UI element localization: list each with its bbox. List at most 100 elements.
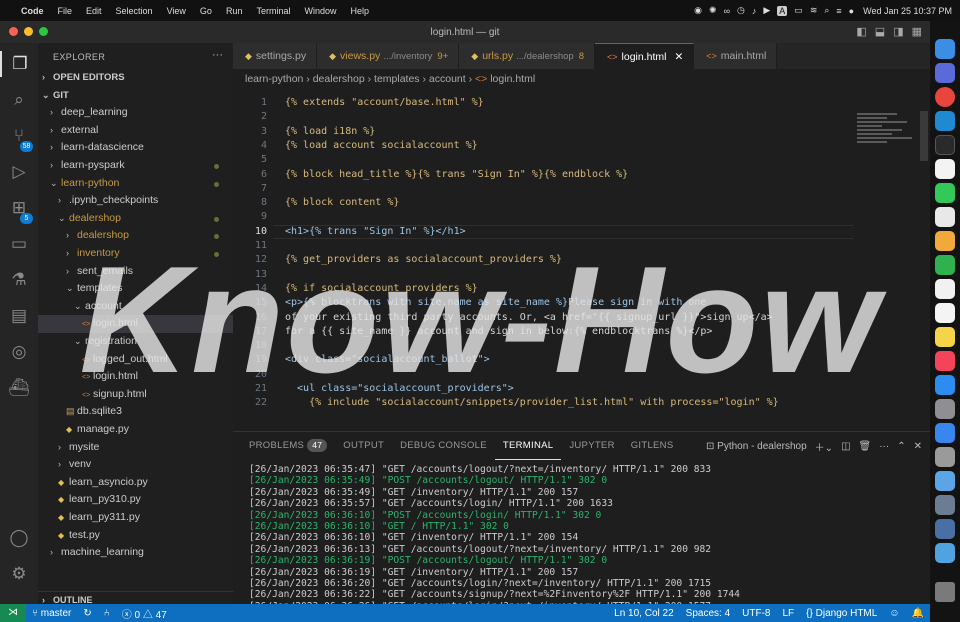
music-app-icon[interactable] <box>935 351 955 371</box>
close-panel-icon[interactable]: ✕ <box>914 441 922 452</box>
tree-folder[interactable]: › deep_learning <box>38 104 233 122</box>
calendar-icon[interactable] <box>935 207 955 227</box>
toggle-panel-icon[interactable]: ⬓ <box>875 25 885 38</box>
close-window-button[interactable] <box>9 27 18 36</box>
history-icon[interactable]: ◷ <box>737 5 745 16</box>
vscode-icon[interactable] <box>935 111 955 131</box>
wifi-icon[interactable]: ≋ <box>810 5 818 16</box>
testing-icon[interactable]: ⚗ <box>0 267 38 293</box>
record-icon[interactable]: ◉ <box>694 5 702 16</box>
tree-file[interactable]: ▤ db.sqlite3 <box>38 403 233 421</box>
terminal-selector[interactable]: ⊡ Python - dealershop <box>706 441 807 452</box>
indentation[interactable]: Spaces: 4 <box>680 608 736 619</box>
launchpad-icon[interactable] <box>935 63 955 83</box>
menu-window[interactable]: Window <box>297 6 343 16</box>
keyboard-input-icon[interactable]: A <box>777 5 788 16</box>
finder-icon[interactable] <box>935 39 955 59</box>
explorer-more-icon[interactable]: ··· <box>212 49 223 61</box>
calendar-date-icon[interactable] <box>935 279 955 299</box>
account-icon[interactable]: ◯ <box>0 525 38 551</box>
manage-gear-icon[interactable]: ⚙ <box>0 561 38 587</box>
git-root-folder[interactable]: ⌄ GIT <box>38 87 233 105</box>
tab-main-html[interactable]: <> main.html <box>694 43 778 69</box>
minimap[interactable] <box>857 111 919 171</box>
toggle-secondary-sidebar-icon[interactable]: ◨ <box>893 25 903 38</box>
tree-file[interactable]: <> signup.html <box>38 386 233 404</box>
system-settings-icon[interactable] <box>935 399 955 419</box>
tab-debug-console[interactable]: DEBUG CONSOLE <box>392 432 495 460</box>
tree-folder[interactable]: › external <box>38 122 233 140</box>
new-terminal-icon[interactable]: ＋⌄ <box>815 439 833 454</box>
encoding[interactable]: UTF-8 <box>736 608 776 619</box>
menu-help[interactable]: Help <box>343 6 376 16</box>
notes-icon[interactable] <box>935 327 955 347</box>
menu-file[interactable]: File <box>51 6 80 16</box>
remote-indicator-icon[interactable]: ⋊ <box>0 604 26 622</box>
tree-file[interactable]: ◆ learn_py311.py <box>38 509 233 527</box>
menu-run[interactable]: Run <box>219 6 250 16</box>
photos-icon[interactable] <box>935 231 955 251</box>
tab-jupyter[interactable]: JUPYTER <box>561 432 622 460</box>
close-tab-icon[interactable]: ✕ <box>674 51 683 63</box>
tree-folder[interactable]: ⌄ learn-python <box>38 175 233 193</box>
tree-file[interactable]: <> logged_out.html <box>38 351 233 369</box>
folder-icon[interactable] <box>935 543 955 563</box>
tree-folder[interactable]: › dealershop <box>38 227 233 245</box>
feedback-icon[interactable]: ☺ <box>883 608 905 619</box>
customize-layout-icon[interactable]: ▦ <box>912 25 922 38</box>
open-editors-section[interactable]: › OPEN EDITORS <box>38 69 233 87</box>
problems-indicator[interactable]: ⓧ 0 △ 47 <box>116 606 173 621</box>
facetime-icon[interactable] <box>935 255 955 275</box>
gitlens-icon[interactable]: ◎ <box>0 339 38 365</box>
tree-folder[interactable]: › mysite <box>38 439 233 457</box>
menu-view[interactable]: View <box>160 6 193 16</box>
spotlight-search-icon[interactable]: ⌕ <box>824 5 829 16</box>
jupyter-icon[interactable]: ▤ <box>0 303 38 329</box>
play-icon[interactable]: ▶ <box>763 5 770 16</box>
tree-folder[interactable]: › learn-pyspark <box>38 157 233 175</box>
minimize-window-button[interactable] <box>24 27 33 36</box>
database-icon[interactable] <box>935 447 955 467</box>
tab-gitlens[interactable]: GITLENS <box>623 432 682 460</box>
tree-folder[interactable]: › machine_learning <box>38 544 233 562</box>
tree-folder[interactable]: › inventory <box>38 245 233 263</box>
terminal-app-icon[interactable] <box>935 135 955 155</box>
tree-file[interactable]: <> login.html <box>38 315 233 333</box>
zoom-window-button[interactable] <box>39 27 48 36</box>
kill-terminal-icon[interactable]: 🗑 <box>859 441 872 452</box>
tree-file[interactable]: ◆ learn_asyncio.py <box>38 474 233 492</box>
downloads-folder-icon[interactable] <box>935 471 955 491</box>
tree-folder[interactable]: › learn-datascience <box>38 139 233 157</box>
cursor-position[interactable]: Ln 10, Col 22 <box>608 608 680 619</box>
menu-app-code[interactable]: Code <box>14 6 51 16</box>
tree-folder[interactable]: › venv <box>38 456 233 474</box>
tab-output[interactable]: OUTPUT <box>335 432 392 460</box>
tab-problems[interactable]: PROBLEMS 47 <box>241 432 335 460</box>
settings-icon[interactable]: ✺ <box>709 5 717 16</box>
tree-file[interactable]: ◆ learn_py310.py <box>38 491 233 509</box>
tab-terminal[interactable]: TERMINAL <box>494 432 562 460</box>
run-debug-icon[interactable]: ▷ <box>0 159 38 185</box>
preview-icon[interactable] <box>935 519 955 539</box>
search-icon[interactable]: ⌕ <box>0 87 38 113</box>
tree-file[interactable]: ◆ test.py <box>38 527 233 545</box>
tree-folder[interactable]: › .ipynb_checkpoints <box>38 192 233 210</box>
more-actions-icon[interactable]: ··· <box>879 441 889 452</box>
app-store-icon[interactable] <box>935 375 955 395</box>
mail-icon[interactable] <box>935 423 955 443</box>
breadcrumb-item[interactable]: dealershop <box>313 73 365 85</box>
siri-icon[interactable]: ● <box>849 6 854 16</box>
trash-icon[interactable] <box>935 582 955 602</box>
breadcrumb-item[interactable]: learn-python <box>245 73 303 85</box>
tab-login-html[interactable]: <> login.html ✕ <box>595 43 695 69</box>
notion-icon[interactable] <box>935 159 955 179</box>
menu-go[interactable]: Go <box>193 6 219 16</box>
tree-folder[interactable]: › sent_emails <box>38 263 233 281</box>
tab-settings-py[interactable]: ◆ settings.py <box>233 43 318 69</box>
explorer-icon[interactable]: ❐ <box>0 51 38 77</box>
tree-file[interactable]: <> login.html <box>38 368 233 386</box>
tab-views-py[interactable]: ◆ views.py .../inventory 9+ <box>317 43 460 69</box>
code-editor[interactable]: 1 {% extends "account/base.html" %} 2 3 {% l… <box>233 89 930 431</box>
tree-folder[interactable]: ⌄ account <box>38 298 233 316</box>
battery-icon[interactable]: ▭ <box>794 5 803 16</box>
